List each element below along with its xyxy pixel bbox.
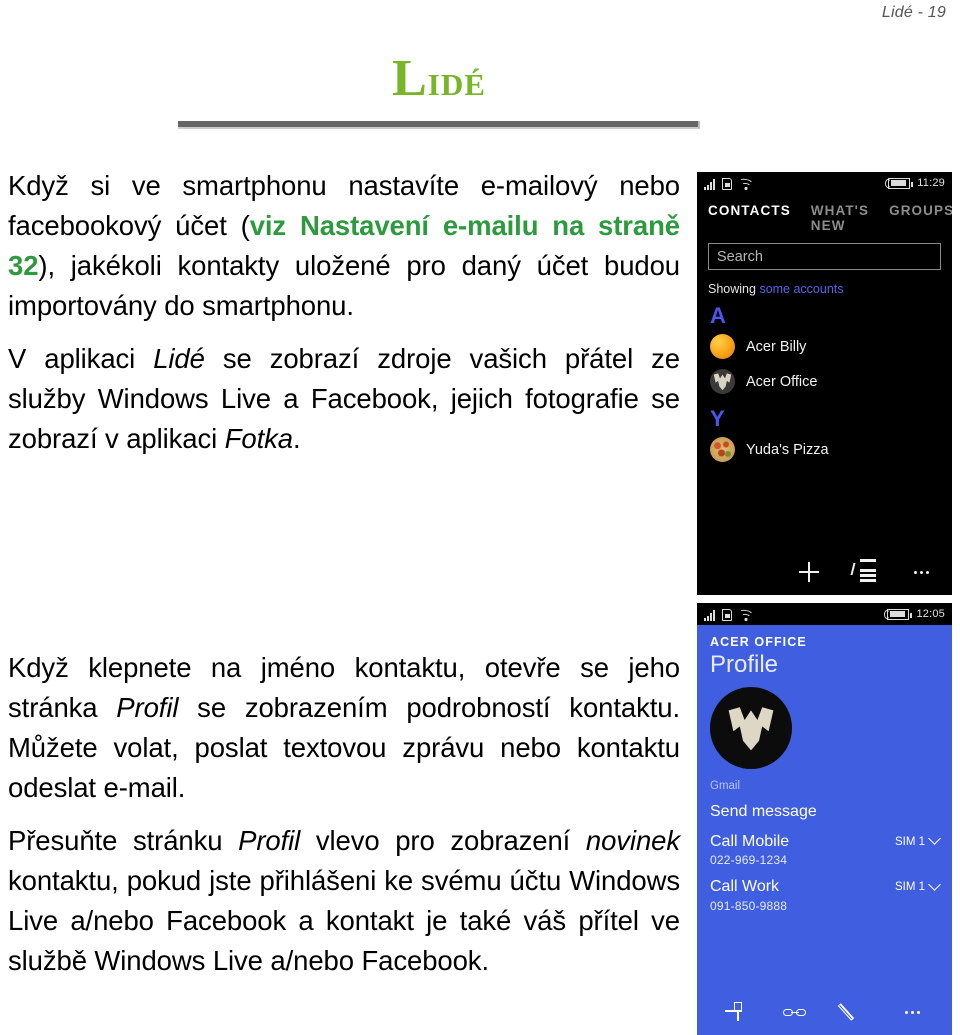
list-options-icon[interactable] <box>850 559 878 585</box>
screenshot-profile-page: 12:05 ACER OFFICE Profile Gmail Send mes… <box>697 603 952 1035</box>
app-bar <box>697 549 952 595</box>
profile-header: ACER OFFICE Profile <box>697 625 952 678</box>
body-text-column: Když si ve smartphonu nastavíte e-mailov… <box>8 166 680 981</box>
avatar[interactable] <box>710 687 792 770</box>
paragraph-3: Když klepnete na jméno kontaktu, otevře … <box>8 648 680 808</box>
call-mobile-row[interactable]: Call Mobile 022-969-1234 SIM 1 <box>710 832 941 867</box>
page-title: Lidé <box>178 50 700 107</box>
showing-accounts-link[interactable]: some accounts <box>759 282 843 296</box>
text-run-plain: ), jakékoli kontakty uložené pro daný úč… <box>8 250 680 321</box>
title-divider <box>178 120 700 129</box>
text-run-plain: . <box>292 423 301 454</box>
add-icon[interactable] <box>796 559 822 585</box>
pin-icon[interactable] <box>723 999 749 1025</box>
more-icon[interactable] <box>908 559 934 585</box>
page-title-initial: L <box>392 50 428 107</box>
paragraph-1: Když si ve smartphonu nastavíte e-mailov… <box>8 166 680 326</box>
call-work-main: Call Work 091-850-9888 <box>710 878 895 912</box>
page-title-rest: idé <box>427 56 486 105</box>
text-run-italic: Fotka <box>224 423 293 454</box>
battery-icon <box>884 608 912 620</box>
status-clock: 11:29 <box>917 177 945 189</box>
sim-label: SIM 1 <box>894 835 925 848</box>
more-icon[interactable] <box>900 999 926 1025</box>
alpha-header-y[interactable]: Y <box>710 408 952 430</box>
pivot-tabs: CONTACTS WHAT'S NEW GROUPS <box>697 194 952 237</box>
avatar <box>710 334 735 359</box>
status-bar-left-icons <box>704 176 754 191</box>
chevron-down-icon <box>928 877 941 891</box>
status-bar: 12:05 <box>697 603 952 625</box>
call-work-label: Call Work <box>710 878 780 896</box>
text-run-plain: Přesuňte stránku <box>8 825 239 856</box>
page-title: Profile <box>710 651 779 678</box>
screenshot-contacts-app: 11:29 CONTACTS WHAT'S NEW GROUPS Search … <box>697 172 952 595</box>
send-message-label: Send message <box>710 803 817 821</box>
wifi-icon <box>738 608 754 622</box>
text-run-italic: Profil <box>116 692 179 723</box>
send-message-row[interactable]: Send message <box>710 803 939 821</box>
text-run-italic: Lidé <box>153 343 205 374</box>
avatar <box>710 369 735 394</box>
contact-name: Acer Office <box>746 373 818 390</box>
email-account-label: Gmail <box>710 780 741 793</box>
text-run-plain: vlevo pro zobrazení <box>300 825 586 856</box>
search-input[interactable]: Search <box>708 243 941 270</box>
call-mobile-number: 022-969-1234 <box>710 853 788 868</box>
text-run-italic: novinek <box>585 825 680 856</box>
call-mobile-main: Call Mobile 022-969-1234 <box>710 833 895 867</box>
showing-label: Showing <box>708 282 756 296</box>
tab-whats-new[interactable]: WHAT'S NEW <box>811 203 869 233</box>
signal-icon <box>704 179 715 190</box>
alpha-header-a[interactable]: A <box>710 305 952 327</box>
call-work-number: 091-850-9888 <box>710 898 788 913</box>
list-item[interactable]: Acer Office <box>697 364 952 399</box>
status-bar: 11:29 <box>697 172 952 194</box>
status-bar-left-icons <box>704 607 754 622</box>
app-bar <box>697 989 952 1035</box>
text-run-plain: kontaktu, pokud jste přihlášeni ke svému… <box>8 865 680 976</box>
tab-groups[interactable]: GROUPS <box>889 203 952 218</box>
paragraph-4: Přesuňte stránku Profil vlevo pro zobraz… <box>8 821 680 981</box>
showing-accounts-row[interactable]: Showing some accounts <box>708 282 952 296</box>
avatar <box>710 437 735 462</box>
signal-icon <box>704 610 715 621</box>
battery-icon <box>885 177 913 189</box>
sim-card-icon <box>722 609 732 621</box>
list-item[interactable]: Acer Billy <box>697 329 952 364</box>
running-header: Lidé - 19 <box>881 4 946 21</box>
contact-name-eyebrow: ACER OFFICE <box>710 635 807 649</box>
search-placeholder-text: Search <box>717 248 763 265</box>
text-run-plain: V aplikaci <box>8 343 154 374</box>
tab-contacts[interactable]: CONTACTS <box>708 203 791 218</box>
send-message-main: Send message <box>710 803 939 821</box>
chevron-down-icon <box>928 832 941 846</box>
call-work-row[interactable]: Call Work 091-850-9888 SIM 1 <box>710 877 941 913</box>
status-clock: 12:05 <box>916 608 945 620</box>
status-bar-right-icons: 12:05 <box>884 608 945 620</box>
status-bar-right-icons: 11:29 <box>885 177 945 189</box>
paragraph-2: V aplikaci Lidé se zobrazí zdroje vašich… <box>8 339 680 459</box>
call-mobile-label: Call Mobile <box>710 832 790 850</box>
contact-name: Acer Billy <box>746 338 807 355</box>
chapter-title-block: Lidé <box>178 50 700 129</box>
edit-icon[interactable] <box>837 999 867 1025</box>
sim-label: SIM 1 <box>894 881 925 894</box>
text-run-italic: Profil <box>238 825 301 856</box>
list-item[interactable]: Yuda's Pizza <box>697 432 952 467</box>
contact-name: Yuda's Pizza <box>746 441 829 458</box>
sim-selector-mobile[interactable]: SIM 1 <box>894 832 941 848</box>
wifi-icon <box>738 177 754 191</box>
sim-selector-work[interactable]: SIM 1 <box>894 877 941 894</box>
sim-card-icon <box>722 178 732 190</box>
link-icon[interactable] <box>782 999 808 1025</box>
